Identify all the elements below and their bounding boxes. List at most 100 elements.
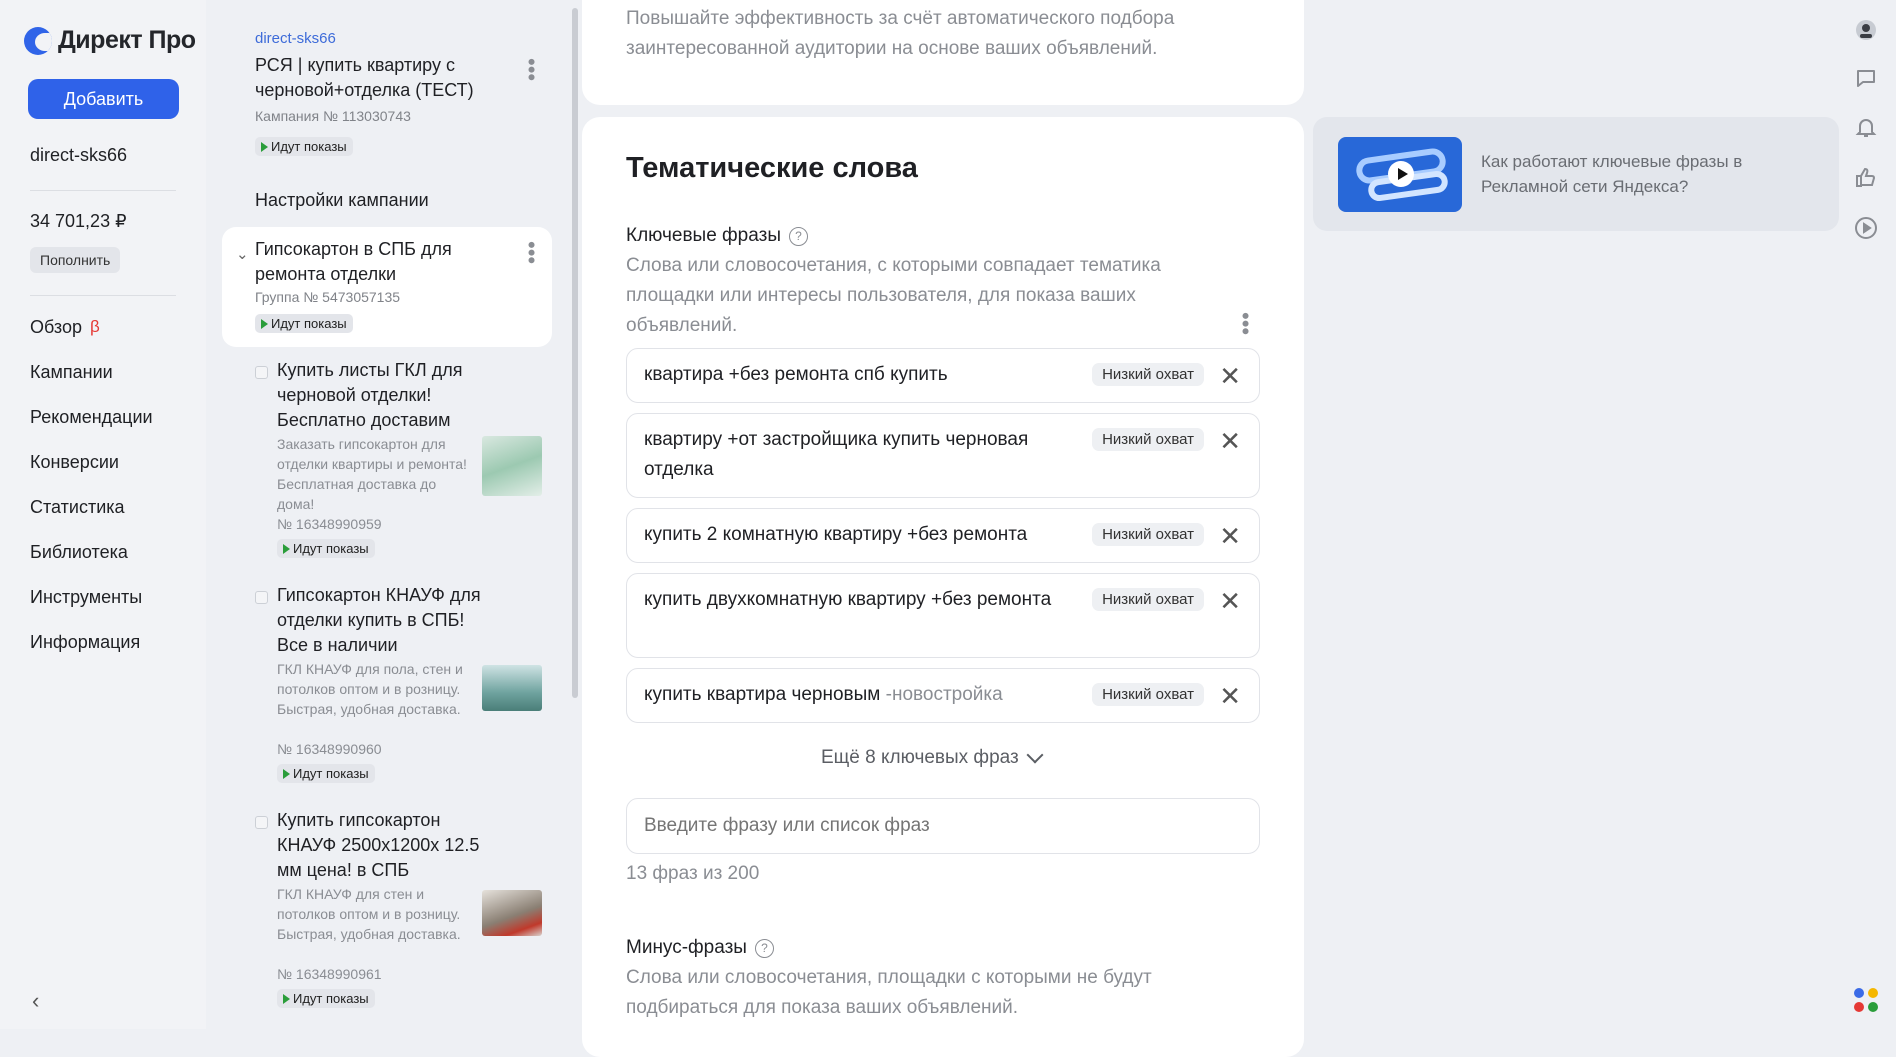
play-icon (283, 543, 290, 554)
ad-title[interactable]: Купить листы ГКЛ для черновой отделки! Б… (277, 358, 487, 433)
topup-button[interactable]: Пополнить (30, 247, 121, 273)
divider (30, 295, 176, 296)
show-more-phrases[interactable]: Ещё 8 ключевых фраз (821, 746, 1044, 769)
phrase-item[interactable]: квартиру +от застройщика купить черновая… (626, 413, 1260, 498)
nav-item-statistics[interactable]: Статистика (30, 496, 153, 518)
ad-checkbox[interactable] (255, 366, 268, 379)
nav-item-library[interactable]: Библиотека (30, 541, 153, 563)
remove-phrase-icon[interactable]: ✕ (1219, 363, 1241, 389)
tree-scrollbar[interactable] (570, 0, 580, 1029)
bell-icon[interactable] (1852, 114, 1880, 142)
ad-item[interactable]: Гипсокартон КНАУФ для отделки купить в С… (255, 583, 545, 788)
phrase-text[interactable]: квартира +без ремонта спб купить (644, 360, 1084, 390)
play-circle-icon[interactable] (1852, 214, 1880, 242)
services-grid-icon[interactable] (1852, 986, 1880, 1014)
campaign-title[interactable]: РСЯ | купить квартиру с черновой+отделка… (255, 53, 500, 103)
status-text: Идут показы (271, 139, 347, 154)
user-avatar-icon[interactable] (1852, 16, 1880, 44)
phrase-text[interactable]: купить двухкомнатную квартиру +без ремон… (644, 585, 1084, 615)
chevron-down-icon[interactable]: ⌄ (236, 245, 249, 263)
group-card[interactable]: ⌄ Гипсокартон в СПБ для ремонта отделки … (222, 227, 552, 347)
nav-item-recommendations[interactable]: Рекомендации (30, 406, 153, 428)
nav-item-tools[interactable]: Инструменты (30, 586, 153, 608)
phrase-input[interactable] (626, 798, 1260, 854)
nav-label: Инструменты (30, 586, 143, 607)
ad-description: ГКЛ КНАУФ для стен и потолков оптом и в … (277, 886, 461, 942)
phrase-item[interactable]: квартира +без ремонта спб купить Низкий … (626, 348, 1260, 403)
logo[interactable]: Директ Про (24, 26, 196, 55)
keywords-card: Тематические слова Ключевые фразы ? Слов… (582, 117, 1304, 1057)
play-icon (283, 768, 290, 779)
keywords-label-text: Ключевые фразы (626, 225, 781, 246)
coverage-badge: Низкий охват (1092, 683, 1204, 706)
keywords-description: Слова или словосочетания, с которыми сов… (626, 255, 1161, 336)
chat-icon[interactable] (1852, 64, 1880, 92)
campaign-menu-icon[interactable]: ••• (519, 58, 544, 81)
ad-image (482, 890, 542, 936)
main-content: Повышайте эффективность за счёт автомати… (582, 0, 1304, 1057)
nav-label: Конверсии (30, 451, 119, 472)
status-text: Идут показы (271, 316, 347, 331)
remove-phrase-icon[interactable]: ✕ (1219, 683, 1241, 709)
ad-title[interactable]: Купить гипсокартон КНАУФ 2500x1200x 12.5… (277, 808, 487, 883)
phrase-item[interactable]: купить 2 комнатную квартиру +без ремонта… (626, 508, 1260, 563)
ad-checkbox[interactable] (255, 816, 268, 829)
campaign-settings-link[interactable]: Настройки кампании (255, 190, 429, 211)
remove-phrase-icon[interactable]: ✕ (1219, 428, 1241, 454)
remove-phrase-icon[interactable]: ✕ (1219, 523, 1241, 549)
nav-label: Рекомендации (30, 406, 153, 427)
info-card: Повышайте эффективность за счёт автомати… (582, 0, 1304, 105)
phrase-text[interactable]: купить квартира черновым -новостройка (644, 680, 1084, 710)
group-title[interactable]: Гипсокартон в СПБ для ремонта отделки (255, 237, 495, 287)
ad-checkbox[interactable] (255, 591, 268, 604)
play-icon (261, 141, 268, 152)
sidebar: Директ Про Добавить direct-sks66 34 701,… (0, 0, 206, 1029)
account-login[interactable]: direct-sks66 (30, 145, 127, 166)
phrase-text[interactable]: квартиру +от застройщика купить черновая… (644, 425, 1084, 485)
show-more-label: Ещё 8 ключевых фраз (821, 747, 1019, 768)
ad-item[interactable]: Купить гипсокартон КНАУФ 2500x1200x 12.5… (255, 808, 545, 1013)
play-icon (261, 318, 268, 329)
phrase-text[interactable]: купить 2 комнатную квартиру +без ремонта (644, 520, 1084, 550)
nav-label: Информация (30, 631, 141, 652)
phrase-item[interactable]: купить двухкомнатную квартиру +без ремон… (626, 573, 1260, 658)
phrase-item[interactable]: купить квартира черновым -новостройка Ни… (626, 668, 1260, 723)
help-icon[interactable]: ? (754, 938, 774, 958)
group-status: Идут показы (255, 314, 353, 334)
keywords-menu-icon[interactable]: ••• (1233, 312, 1258, 335)
play-icon (283, 993, 290, 1004)
ad-status: Идут показы (277, 989, 375, 1009)
group-menu-icon[interactable]: ••• (519, 241, 544, 264)
nav-item-conversions[interactable]: Конверсии (30, 451, 153, 473)
campaign-login[interactable]: direct-sks66 (255, 30, 336, 47)
logo-text: Директ Про (58, 26, 196, 54)
help-video-card[interactable]: Как работают ключевые фразы в Рекламной … (1313, 117, 1839, 231)
help-icon[interactable]: ? (788, 226, 808, 246)
nav-item-overview[interactable]: Обзор β (30, 316, 153, 338)
help-video-title[interactable]: Как работают ключевые фразы в Рекламной … (1481, 149, 1781, 199)
ad-title[interactable]: Гипсокартон КНАУФ для отделки купить в С… (277, 583, 487, 658)
thumb-up-icon[interactable] (1852, 164, 1880, 192)
ad-item[interactable]: Купить листы ГКЛ для черновой отделки! Б… (255, 358, 545, 563)
ad-image (482, 436, 542, 496)
nav-label: Кампании (30, 361, 113, 382)
phrase-negative-word: -новостройка (885, 684, 1003, 705)
nav-item-campaigns[interactable]: Кампании (30, 361, 153, 383)
remove-phrase-icon[interactable]: ✕ (1219, 588, 1241, 614)
video-thumbnail[interactable] (1338, 137, 1462, 212)
ad-number: № 16348990960 (277, 741, 382, 757)
chevron-down-icon (1026, 746, 1044, 764)
right-rail (1840, 0, 1896, 1029)
add-button[interactable]: Добавить (28, 79, 179, 119)
divider (30, 190, 176, 191)
nav-item-info[interactable]: Информация (30, 631, 153, 653)
minus-phrases-label: Минус-фразы ? (626, 937, 774, 959)
minus-phrases-description: Слова или словосочетания, площадки с кот… (626, 967, 1152, 1018)
play-icon[interactable] (1388, 161, 1414, 187)
phrase-counter: 13 фраз из 200 (626, 863, 760, 884)
ad-image (482, 665, 542, 711)
scroll-thumb[interactable] (572, 8, 578, 698)
nav-label: Статистика (30, 496, 125, 517)
collapse-sidebar-icon[interactable]: ‹ (32, 988, 39, 1014)
beta-badge: β (90, 317, 100, 336)
